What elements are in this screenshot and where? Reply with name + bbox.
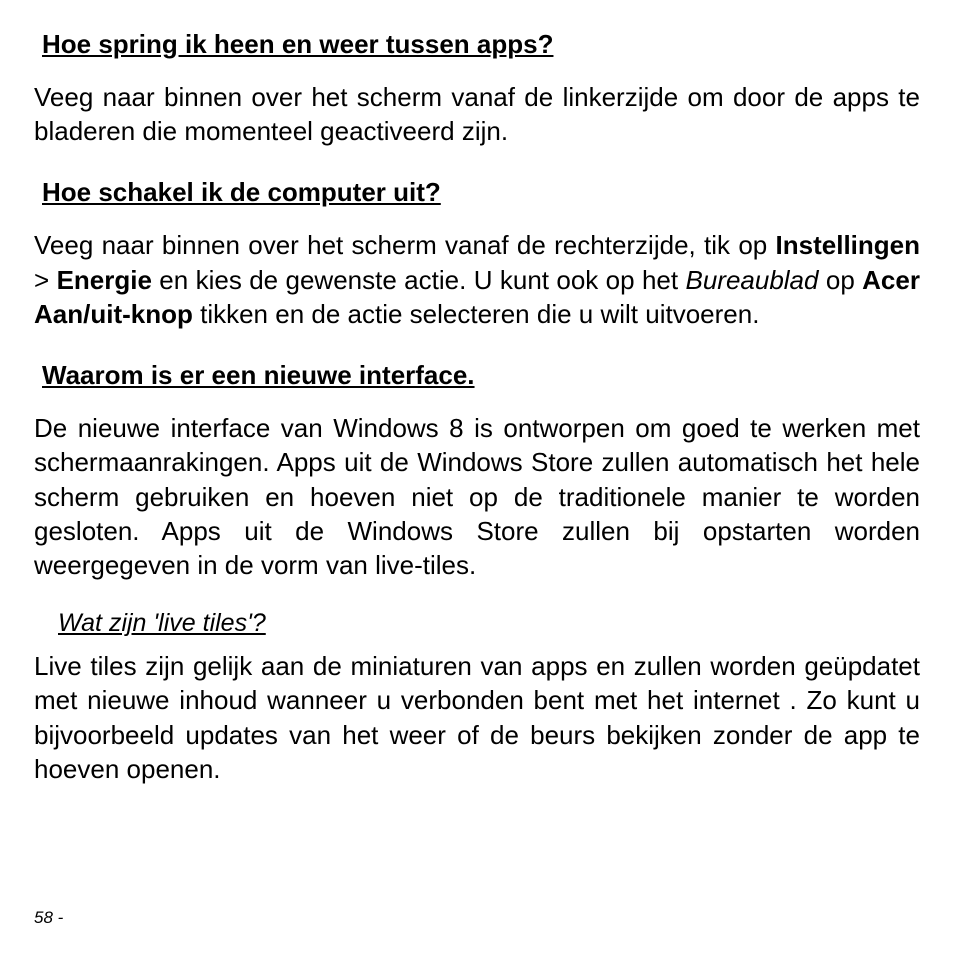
paragraph-new-interface: De nieuwe interface van Windows 8 is ont…	[34, 411, 920, 583]
page-number: 58 -	[34, 908, 63, 928]
text-run: Veeg naar binnen over het scherm vanaf d…	[34, 230, 776, 260]
bold-instellingen: Instellingen	[776, 230, 920, 260]
text-run: en kies de gewenste actie. U kunt ook op…	[152, 265, 686, 295]
bold-energie: Energie	[57, 265, 152, 295]
subheading-live-tiles: Wat zijn 'live tiles'?	[58, 607, 920, 640]
italic-bureaublad: Bureaublad	[685, 265, 818, 295]
paragraph-live-tiles: Live tiles zijn gelijk aan de miniaturen…	[34, 649, 920, 786]
text-separator: >	[34, 265, 57, 295]
text-run: tikken en de actie selecteren die u wilt…	[193, 299, 760, 329]
paragraph-switch-apps: Veeg naar binnen over het scherm vanaf d…	[34, 80, 920, 149]
paragraph-shutdown: Veeg naar binnen over het scherm vanaf d…	[34, 228, 920, 331]
heading-shutdown: Hoe schakel ik de computer uit?	[42, 176, 920, 210]
heading-switch-apps: Hoe spring ik heen en weer tussen apps?	[42, 28, 920, 62]
heading-new-interface: Waarom is er een nieuwe interface.	[42, 359, 920, 393]
document-page: Hoe spring ik heen en weer tussen apps? …	[0, 0, 954, 954]
text-run: op	[818, 265, 862, 295]
